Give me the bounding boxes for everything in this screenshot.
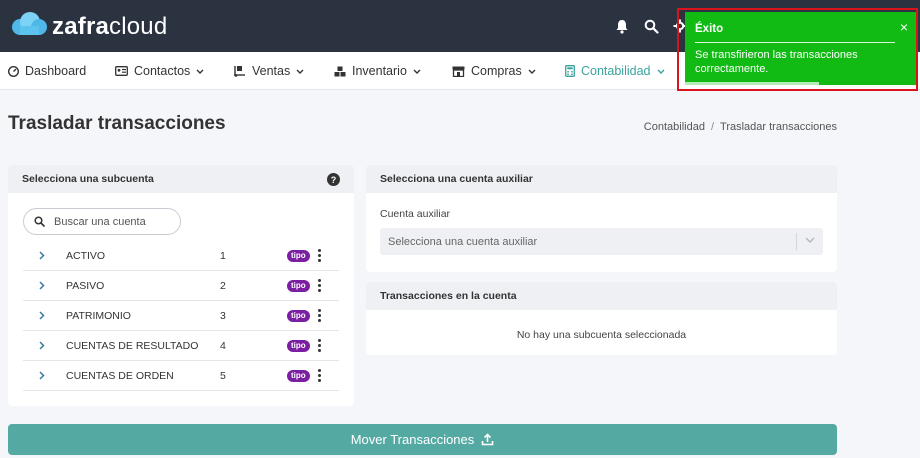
account-name: PASIVO [66,279,105,292]
aux-account-panel-title: Selecciona una cuenta auxiliar [380,173,533,185]
kebab-menu-icon[interactable] [318,309,321,322]
aux-account-select-value: Selecciona una cuenta auxiliar [388,235,538,248]
chevron-down-icon [528,69,536,74]
kebab-menu-icon[interactable] [318,369,321,382]
aux-account-label: Cuenta auxiliar [380,208,451,220]
nav-contactos[interactable]: Contactos [115,52,204,90]
account-search-input[interactable] [54,215,172,228]
nav-inventario[interactable]: Inventario [334,52,421,90]
select-divider [796,233,797,250]
aux-account-panel: Selecciona una cuenta auxiliar Cuenta au… [366,165,837,272]
sales-dolly-icon [234,66,245,77]
move-transactions-button[interactable]: Mover Transacciones [8,424,837,455]
success-toast: Éxito × Se transfirieron las transaccion… [685,12,916,85]
breadcrumb-separator: / [710,121,715,133]
account-row[interactable]: ACTIVO 1 tipo [23,241,339,271]
chevron-down-icon [296,69,304,74]
kebab-menu-icon[interactable] [318,279,321,292]
aux-account-select[interactable]: Selecciona una cuenta auxiliar [380,228,823,255]
breadcrumb-parent-link[interactable]: Contabilidad [644,121,705,133]
account-code: 5 [220,369,226,382]
nav-ventas[interactable]: Ventas [233,52,304,90]
account-code: 2 [220,279,226,292]
chevron-right-icon[interactable] [39,281,53,290]
subaccount-panel: Selecciona una subcuenta ? ACTIVO 1 tipo… [8,165,354,406]
toast-title: Éxito [695,23,724,35]
chevron-right-icon[interactable] [39,341,53,350]
contacts-card-icon [115,66,128,76]
logo[interactable]: zafracloud [10,11,167,42]
type-badge: tipo [287,339,310,352]
chevron-down-icon [805,237,815,243]
account-search-box [23,208,181,235]
dashboard-icon [8,65,19,77]
transactions-panel-title: Transacciones en la cuenta [380,290,517,302]
breadcrumb-current: Trasladar transacciones [720,121,837,133]
nav-contabilidad-label: Contabilidad [581,64,651,78]
transactions-panel-header: Transacciones en la cuenta [366,282,837,310]
transactions-panel: Transacciones en la cuenta No hay una su… [366,282,837,355]
account-name: ACTIVO [66,249,106,262]
nav-dashboard[interactable]: Dashboard [8,52,86,90]
nav-ventas-label: Ventas [252,64,291,78]
toast-divider [695,42,895,43]
account-name: CUENTAS DE RESULTADO [66,339,199,352]
kebab-menu-icon[interactable] [318,249,321,262]
chevron-down-icon [657,69,664,74]
nav-compras[interactable]: Compras [452,52,536,90]
store-icon [452,66,465,77]
logo-text: zafracloud [52,12,168,40]
account-row[interactable]: CUENTAS DE RESULTADO 4 tipo [23,331,339,361]
account-code: 3 [220,309,226,322]
account-name: CUENTAS DE ORDEN [66,369,174,382]
nav-contactos-label: Contactos [134,64,191,78]
aux-account-panel-header: Selecciona una cuenta auxiliar [366,165,837,193]
breadcrumb: Contabilidad / Trasladar transacciones [644,121,837,133]
close-icon[interactable]: × [900,19,908,35]
kebab-menu-icon[interactable] [318,339,321,352]
toast-progress-bar [685,82,819,85]
transactions-empty-message: No hay una subcuenta seleccionada [516,329,687,341]
search-icon [34,216,45,227]
chevron-down-icon [413,69,421,74]
calculator-icon [565,65,575,77]
type-badge: tipo [287,309,310,322]
account-code: 1 [220,249,226,262]
page-title: Trasladar transacciones [8,113,226,134]
account-code: 4 [220,339,226,352]
bell-icon[interactable] [612,16,632,36]
search-icon[interactable] [641,16,661,36]
upload-icon [481,433,494,446]
boxes-icon [334,66,346,76]
account-row[interactable]: PATRIMONIO 3 tipo [23,301,339,331]
nav-dashboard-label: Dashboard [25,64,87,78]
nav-inventario-label: Inventario [352,64,407,78]
type-badge: tipo [287,279,310,292]
nav-compras-label: Compras [471,64,522,78]
chevron-right-icon[interactable] [39,371,53,380]
subaccount-panel-title: Selecciona una subcuenta [22,173,154,185]
account-name: PATRIMONIO [66,309,131,322]
chevron-right-icon[interactable] [39,251,53,260]
move-transactions-label: Mover Transacciones [350,432,475,447]
nav-contabilidad[interactable]: Contabilidad [565,52,665,90]
subaccount-panel-header: Selecciona una subcuenta ? [8,165,354,193]
toast-message: Se transfirieron las transacciones corre… [695,49,858,75]
chevron-right-icon[interactable] [39,311,53,320]
help-icon[interactable]: ? [327,173,340,186]
account-row[interactable]: PASIVO 2 tipo [23,271,339,301]
cloud-logo-icon [10,11,48,42]
chevron-down-icon [196,69,204,74]
type-badge: tipo [287,369,310,382]
account-row[interactable]: CUENTAS DE ORDEN 5 tipo [23,361,339,391]
type-badge: tipo [287,249,310,262]
